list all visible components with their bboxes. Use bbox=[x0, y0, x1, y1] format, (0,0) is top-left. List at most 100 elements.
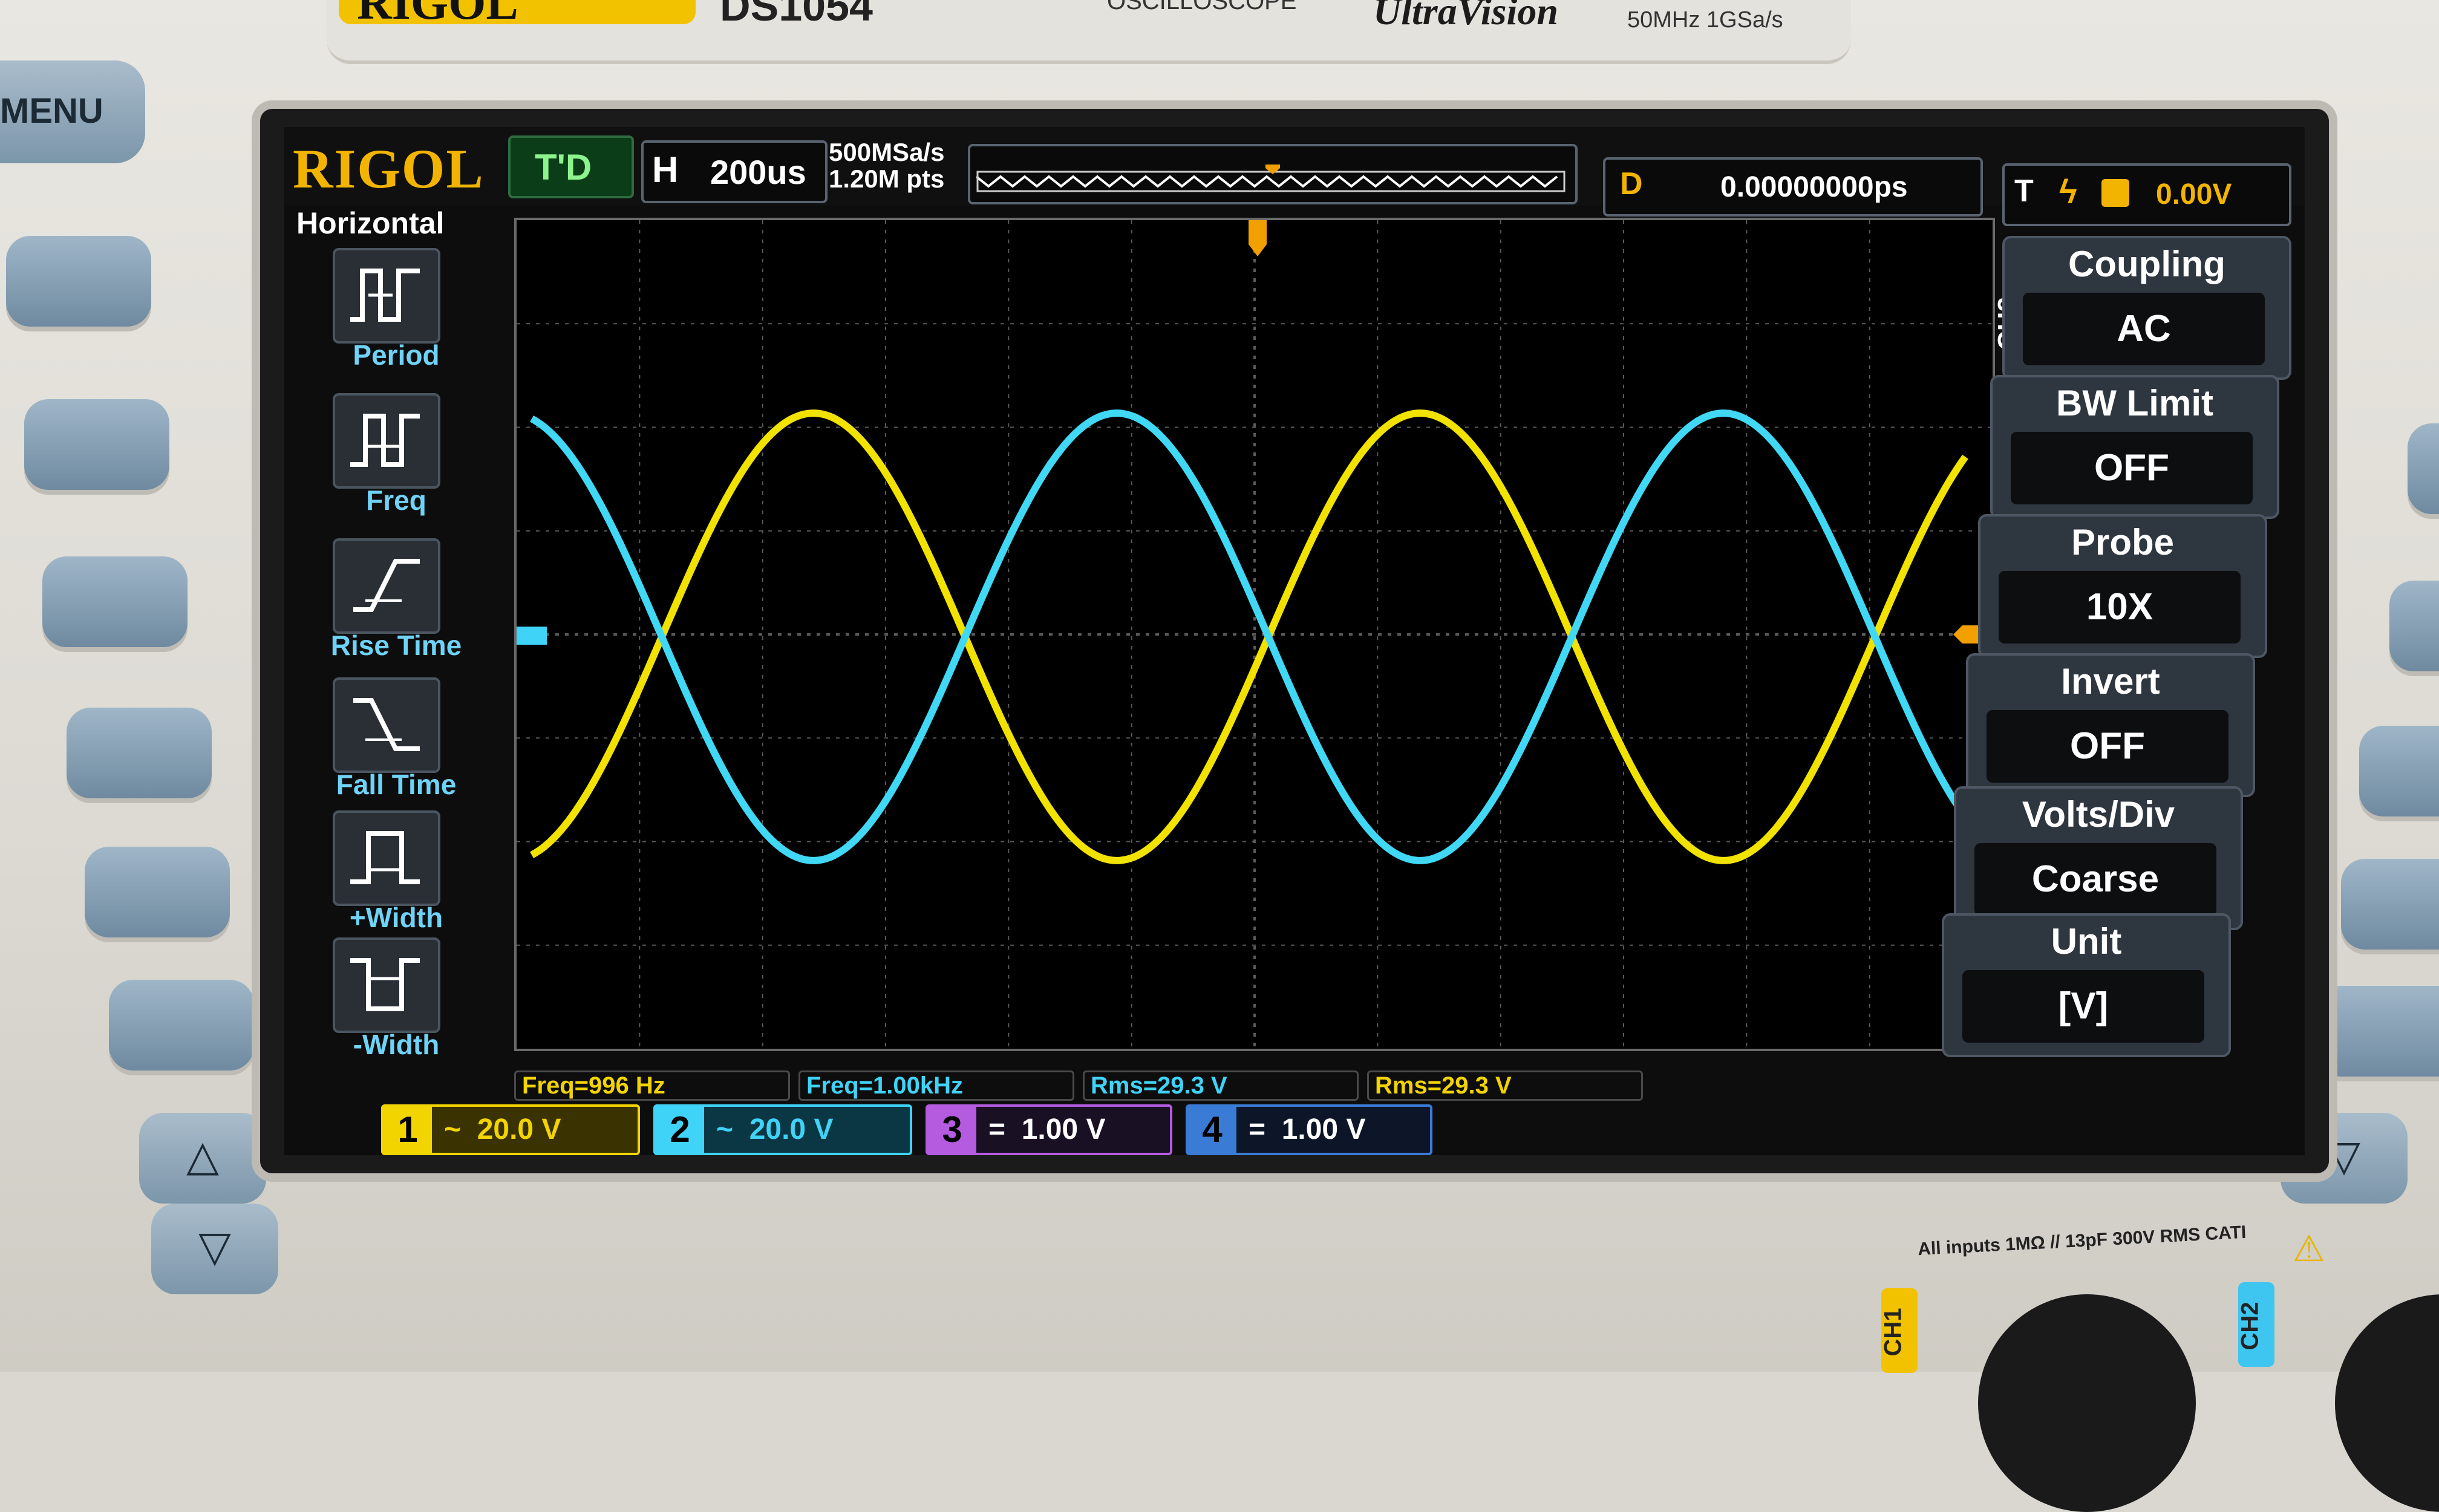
channel-2-offset-marker bbox=[517, 627, 547, 645]
channel-2-waveform bbox=[530, 409, 1968, 864]
right-softkey-5[interactable] bbox=[2317, 986, 2439, 1077]
invert-setting[interactable]: Invert OFF bbox=[1966, 653, 2255, 797]
waveform-grid bbox=[514, 218, 1995, 1051]
measurement-bar: Freq=996 Hz Freq=1.00kHz Rms=29.3 V Rms=… bbox=[514, 1070, 1990, 1101]
sample-rate: 500MSa/s bbox=[829, 138, 945, 166]
setting-title: Volts/Div bbox=[2022, 794, 2175, 835]
negative-width-icon bbox=[333, 937, 440, 1033]
volts-div-setting[interactable]: Volts/Div Coarse bbox=[1954, 786, 2243, 930]
menu-title: Horizontal bbox=[296, 206, 445, 240]
delay-label: D bbox=[1620, 166, 1643, 201]
menu-item-label: Rise Time bbox=[330, 630, 462, 661]
right-softkey-3[interactable] bbox=[2359, 726, 2439, 816]
menu-button[interactable]: MENU bbox=[0, 60, 145, 163]
setting-title: Invert bbox=[2061, 661, 2160, 702]
left-softkey-1[interactable] bbox=[6, 236, 151, 327]
coupling-icon: = bbox=[988, 1113, 1006, 1145]
delay-box: D 0.00000000ps bbox=[1603, 157, 1983, 217]
setting-title: Unit bbox=[2051, 921, 2122, 962]
channel-1-status[interactable]: 1 ~ 20.0 V bbox=[381, 1104, 640, 1155]
menu-item-label: +Width bbox=[349, 902, 443, 933]
measurement-ch1-rms: Rms=29.3 V bbox=[1367, 1070, 1643, 1101]
channel-3-status[interactable]: 3 = 1.00 V bbox=[926, 1104, 1172, 1155]
period-icon bbox=[333, 248, 440, 344]
down-arrow-icon: ▽ bbox=[198, 1222, 231, 1271]
channel-4-status[interactable]: 4 = 1.00 V bbox=[1186, 1104, 1432, 1155]
bw-limit-setting[interactable]: BW Limit OFF bbox=[1990, 375, 2279, 519]
timebase-box: H 200us bbox=[641, 140, 828, 203]
setting-value: 10X bbox=[1999, 571, 2241, 644]
channel-status-bar: 1 ~ 20.0 V 2 ~ 20.0 V 3 = 1.00 V 4 = 1.0… bbox=[284, 1101, 2305, 1155]
coupling-icon: ~ bbox=[716, 1113, 734, 1145]
left-softkey-3[interactable] bbox=[42, 556, 188, 647]
measure-rise-time[interactable]: Rise Time bbox=[296, 538, 496, 671]
left-softkey-4[interactable] bbox=[67, 708, 212, 798]
status-header: RIGOL T'D H 200us 500MSa/s 1.20M pts D 0… bbox=[284, 127, 2305, 226]
right-softkey-4[interactable] bbox=[2341, 859, 2439, 950]
ch1-label-text: CH1 bbox=[1879, 1308, 1907, 1357]
device-type-label: OSCILLOSCOPE bbox=[1107, 0, 1297, 15]
brand-badge: RIGOL bbox=[339, 0, 696, 30]
setting-title: BW Limit bbox=[2056, 383, 2213, 423]
timebase-value: 200us bbox=[710, 153, 806, 191]
trigger-edge-icon: ϟ bbox=[2059, 172, 2077, 210]
input-warning-label: All inputs 1MΩ // 13pF 300V RMS CATI bbox=[1917, 1222, 2247, 1260]
specs-label: 50MHz 1GSa/s bbox=[1627, 7, 1783, 33]
coupling-icon: = bbox=[1249, 1113, 1266, 1145]
measurement-ch1-freq: Freq=996 Hz bbox=[514, 1070, 790, 1101]
memory-position-bar bbox=[968, 144, 1578, 204]
ch2-connector-label: CH2 bbox=[2236, 1282, 2274, 1367]
measure-negative-width[interactable]: -Width bbox=[296, 937, 496, 1070]
channel-settings-menu: Coupling AC BW Limit OFF Probe 10X Inver… bbox=[1942, 236, 2291, 1058]
unit-setting[interactable]: Unit [V] bbox=[1942, 913, 2231, 1057]
setting-title: Probe bbox=[2071, 522, 2175, 562]
menu-item-label: -Width bbox=[353, 1029, 440, 1060]
probe-setting[interactable]: Probe 10X bbox=[1978, 514, 2267, 658]
up-arrow-button[interactable]: △ bbox=[139, 1113, 266, 1204]
waveform-display bbox=[517, 220, 1993, 1049]
ch1-input-connector[interactable] bbox=[1978, 1294, 2196, 1512]
rise-time-icon bbox=[333, 538, 440, 634]
trigger-level: 0.00V bbox=[2156, 178, 2232, 210]
run-status-badge: T'D bbox=[508, 135, 634, 198]
positive-width-icon bbox=[333, 810, 440, 906]
measure-period[interactable]: Period bbox=[296, 248, 496, 381]
trigger-box: T ϟ 0.00V bbox=[2002, 163, 2291, 226]
setting-title: Coupling bbox=[2068, 244, 2225, 284]
memory-overview-waveform bbox=[976, 165, 1566, 192]
screen-logo: RIGOL bbox=[293, 138, 485, 200]
down-arrow-button[interactable]: ▽ bbox=[151, 1204, 278, 1294]
menu-button-label: MENU bbox=[0, 91, 103, 131]
menu-item-label: Freq bbox=[366, 484, 426, 516]
oscilloscope-bezel: RIGOL DS1054 OSCILLOSCOPE UltraVision 50… bbox=[0, 0, 2439, 1512]
left-softkey-2[interactable] bbox=[24, 399, 169, 490]
right-softkey-2[interactable] bbox=[2389, 581, 2439, 671]
menu-item-label: Period bbox=[353, 339, 440, 371]
measurement-ch2-freq: Freq=1.00kHz bbox=[798, 1070, 1074, 1101]
left-softkey-6[interactable] bbox=[109, 980, 254, 1070]
measure-freq[interactable]: Freq bbox=[296, 393, 496, 526]
memory-depth: 1.20M pts bbox=[829, 165, 945, 193]
channel-number: 4 bbox=[1188, 1107, 1236, 1153]
display-screen: RIGOL T'D H 200us 500MSa/s 1.20M pts D 0… bbox=[284, 127, 2305, 1155]
ch2-input-connector[interactable] bbox=[2335, 1294, 2439, 1512]
delay-value: 0.00000000ps bbox=[1720, 171, 1908, 203]
measure-positive-width[interactable]: +Width bbox=[296, 810, 496, 943]
ch1-connector-label: CH1 bbox=[1879, 1288, 1918, 1373]
measure-fall-time[interactable]: Fall Time bbox=[296, 677, 496, 810]
left-softkey-5[interactable] bbox=[85, 847, 230, 937]
series-label: UltraVision bbox=[1373, 0, 1558, 33]
coupling-setting[interactable]: Coupling AC bbox=[2002, 236, 2291, 380]
setting-value: AC bbox=[2023, 293, 2265, 365]
right-softkey-1[interactable] bbox=[2408, 423, 2439, 514]
channel-scale: 1.00 V bbox=[1281, 1113, 1366, 1145]
setting-value: [V] bbox=[1962, 970, 2204, 1043]
ch2-label-text: CH2 bbox=[2236, 1302, 2264, 1351]
channel-number: 2 bbox=[656, 1107, 704, 1153]
channel-2-status[interactable]: 2 ~ 20.0 V bbox=[653, 1104, 912, 1155]
channel-scale-group: ~ 20.0 V bbox=[716, 1107, 833, 1153]
coupling-icon: ~ bbox=[444, 1113, 462, 1145]
fall-time-icon bbox=[333, 677, 440, 773]
graticule bbox=[517, 220, 1993, 1049]
channel-scale: 20.0 V bbox=[477, 1113, 561, 1145]
